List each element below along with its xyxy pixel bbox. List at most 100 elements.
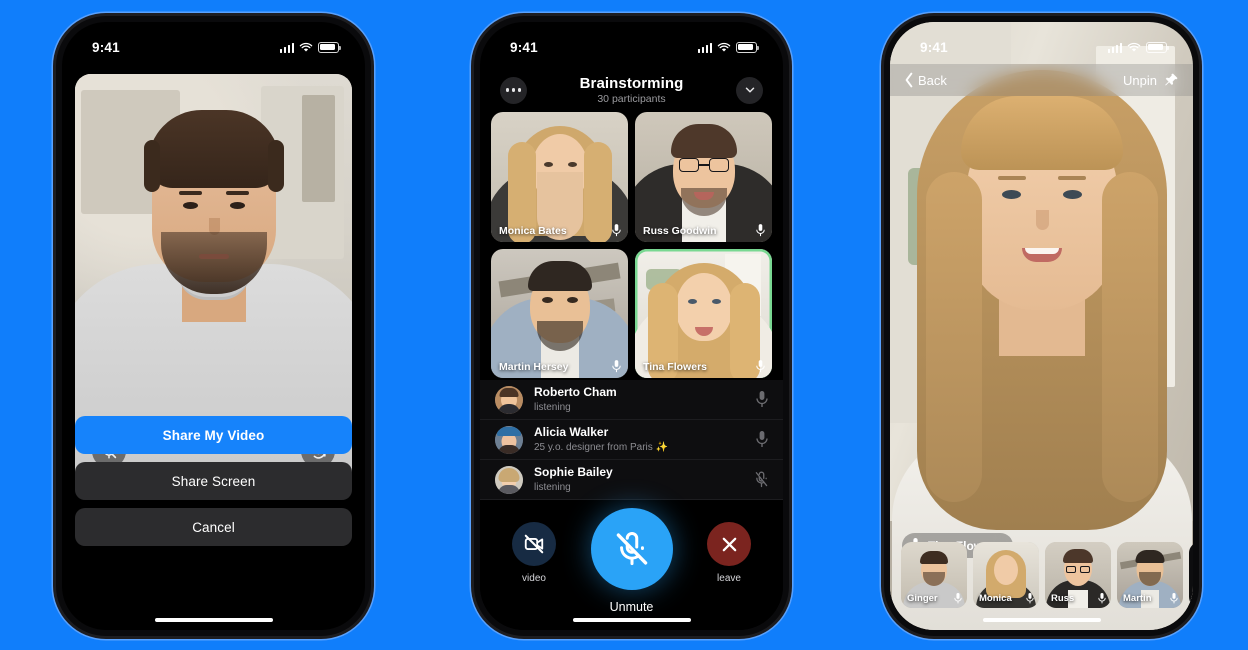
mic-on-icon	[1098, 593, 1106, 604]
close-x-icon	[707, 522, 751, 566]
unmute-label: Unmute	[609, 600, 654, 614]
filmstrip-label: Russ	[1051, 593, 1075, 604]
status-icons	[279, 41, 341, 53]
mic-on-icon	[612, 360, 621, 373]
cellular-signal-icon	[279, 42, 294, 53]
battery-icon	[736, 41, 759, 53]
call-title-block: Brainstorming 30 participants	[580, 75, 684, 105]
avatar	[495, 385, 523, 414]
filmstrip-tile-tina[interactable]: Tin	[1189, 542, 1193, 608]
tile-label: Monica Bates	[499, 224, 567, 237]
participant-name: Roberto Cham	[534, 385, 617, 399]
phone-right: 9:41 Back Unpin Ginger Monica Russ Marti…	[884, 16, 1199, 636]
filmstrip-label: Martin	[1123, 593, 1152, 604]
unpin-button[interactable]: Unpin	[1123, 72, 1179, 88]
list-item[interactable]: Sophie Bailey listening	[480, 460, 783, 500]
right-screen: 9:41 Back Unpin Ginger Monica Russ Marti…	[890, 22, 1193, 630]
participant-status: listening	[534, 482, 571, 493]
share-my-video-button[interactable]: Share My Video	[75, 416, 352, 454]
participant-name: Alicia Walker	[534, 425, 609, 439]
video-toggle-button[interactable]: video	[512, 522, 556, 584]
video-tile-tina[interactable]: Tina Flowers	[635, 248, 772, 378]
status-time: 9:41	[92, 39, 120, 55]
wifi-icon	[1127, 42, 1141, 52]
status-bar-left: 9:41	[62, 22, 365, 64]
home-indicator[interactable]	[572, 617, 691, 622]
mic-off-icon	[590, 508, 673, 590]
avatar	[495, 465, 523, 494]
back-label: Back	[918, 72, 947, 88]
participant-count: 30 participants	[597, 93, 666, 105]
video-tile-martin[interactable]: Martin Hersey	[491, 248, 628, 378]
list-item-text: Sophie Bailey listening	[534, 465, 755, 494]
home-indicator[interactable]	[982, 617, 1101, 622]
filmstrip[interactable]: Ginger Monica Russ Martin	[901, 542, 1193, 608]
left-screen: 9:41 Share My Video Share Screen Cancel	[62, 22, 365, 630]
list-item[interactable]: Roberto Cham listening	[480, 380, 783, 420]
share-screen-button[interactable]: Share Screen	[75, 462, 352, 500]
pinned-top-bar: Back Unpin	[890, 64, 1193, 96]
call-header: Brainstorming 30 participants	[480, 68, 783, 112]
mic-on-icon	[612, 223, 621, 237]
list-item[interactable]: Alicia Walker 25 y.o. designer from Pari…	[480, 420, 783, 460]
filmstrip-tile-russ[interactable]: Russ	[1045, 542, 1111, 608]
more-options-icon[interactable]	[500, 76, 527, 104]
call-controls-bar: video Unmute leave	[480, 500, 783, 630]
cellular-signal-icon	[1107, 42, 1122, 53]
cellular-signal-icon	[697, 42, 712, 53]
participant-status: 25 y.o. designer from Paris ✨	[534, 442, 668, 453]
list-item-text: Alicia Walker 25 y.o. designer from Pari…	[534, 425, 756, 454]
participants-list[interactable]: Roberto Cham listening Alicia Walker 25 …	[480, 380, 783, 500]
chevron-down-icon[interactable]	[736, 76, 763, 104]
cancel-button[interactable]: Cancel	[75, 508, 352, 546]
phone-mid: 9:41 Brainstorming 30 participants Monic…	[474, 16, 789, 636]
list-item-text: Roberto Cham listening	[534, 385, 756, 414]
home-indicator[interactable]	[154, 617, 273, 622]
chevron-left-icon	[905, 72, 913, 88]
video-tile-monica[interactable]: Monica Bates	[491, 112, 628, 242]
participant-name: Sophie Bailey	[534, 465, 613, 479]
mic-on-icon	[1026, 593, 1034, 604]
mic-on-icon[interactable]	[756, 391, 768, 408]
avatar	[495, 425, 523, 454]
video-tile-russ[interactable]: Russ Goodwin	[635, 112, 772, 242]
status-time: 9:41	[510, 39, 538, 55]
call-title: Brainstorming	[579, 75, 684, 92]
filmstrip-tile-monica[interactable]: Monica	[973, 542, 1039, 608]
back-button[interactable]: Back	[904, 72, 947, 88]
participant-status: listening	[534, 402, 571, 413]
status-icons	[1107, 41, 1169, 53]
tile-label: Russ Goodwin	[643, 224, 717, 237]
video-label: video	[522, 573, 546, 584]
video-off-icon	[512, 522, 556, 566]
filmstrip-tile-ginger[interactable]: Ginger	[901, 542, 967, 608]
screenshot-stage: 9:41 Share My Video Share Screen Cancel …	[0, 0, 1248, 650]
pin-icon	[1165, 73, 1178, 86]
wifi-icon	[717, 42, 731, 52]
mic-on-icon	[954, 593, 962, 604]
leave-call-button[interactable]: leave	[707, 522, 751, 584]
mic-on-icon[interactable]	[756, 431, 768, 448]
mic-on-icon	[1170, 593, 1178, 604]
tile-label: Martin Hersey	[499, 361, 569, 373]
phone-left: 9:41 Share My Video Share Screen Cancel	[56, 16, 371, 636]
tile-label: Tina Flowers	[643, 361, 707, 373]
filmstrip-tile-martin[interactable]: Martin	[1117, 542, 1183, 608]
filmstrip-label: Monica	[979, 593, 1012, 604]
leave-label: leave	[717, 573, 741, 584]
status-bar-mid: 9:41	[480, 22, 783, 64]
video-grid: Monica Bates Russ Goodwin Martin Hersey …	[491, 112, 772, 378]
battery-icon	[1146, 41, 1169, 53]
unpin-label: Unpin	[1123, 72, 1157, 88]
mid-screen: 9:41 Brainstorming 30 participants Monic…	[480, 22, 783, 630]
battery-icon	[318, 41, 341, 53]
status-time: 9:41	[920, 39, 948, 55]
filmstrip-label: Ginger	[907, 593, 938, 604]
wifi-icon	[299, 42, 313, 52]
mic-off-icon[interactable]	[755, 471, 768, 488]
mic-on-icon	[756, 223, 765, 237]
share-options-stack: Share My Video Share Screen Cancel	[75, 416, 352, 554]
status-bar-right: 9:41	[890, 22, 1193, 64]
mic-on-icon	[756, 360, 765, 373]
unmute-button[interactable]: Unmute	[590, 508, 673, 614]
